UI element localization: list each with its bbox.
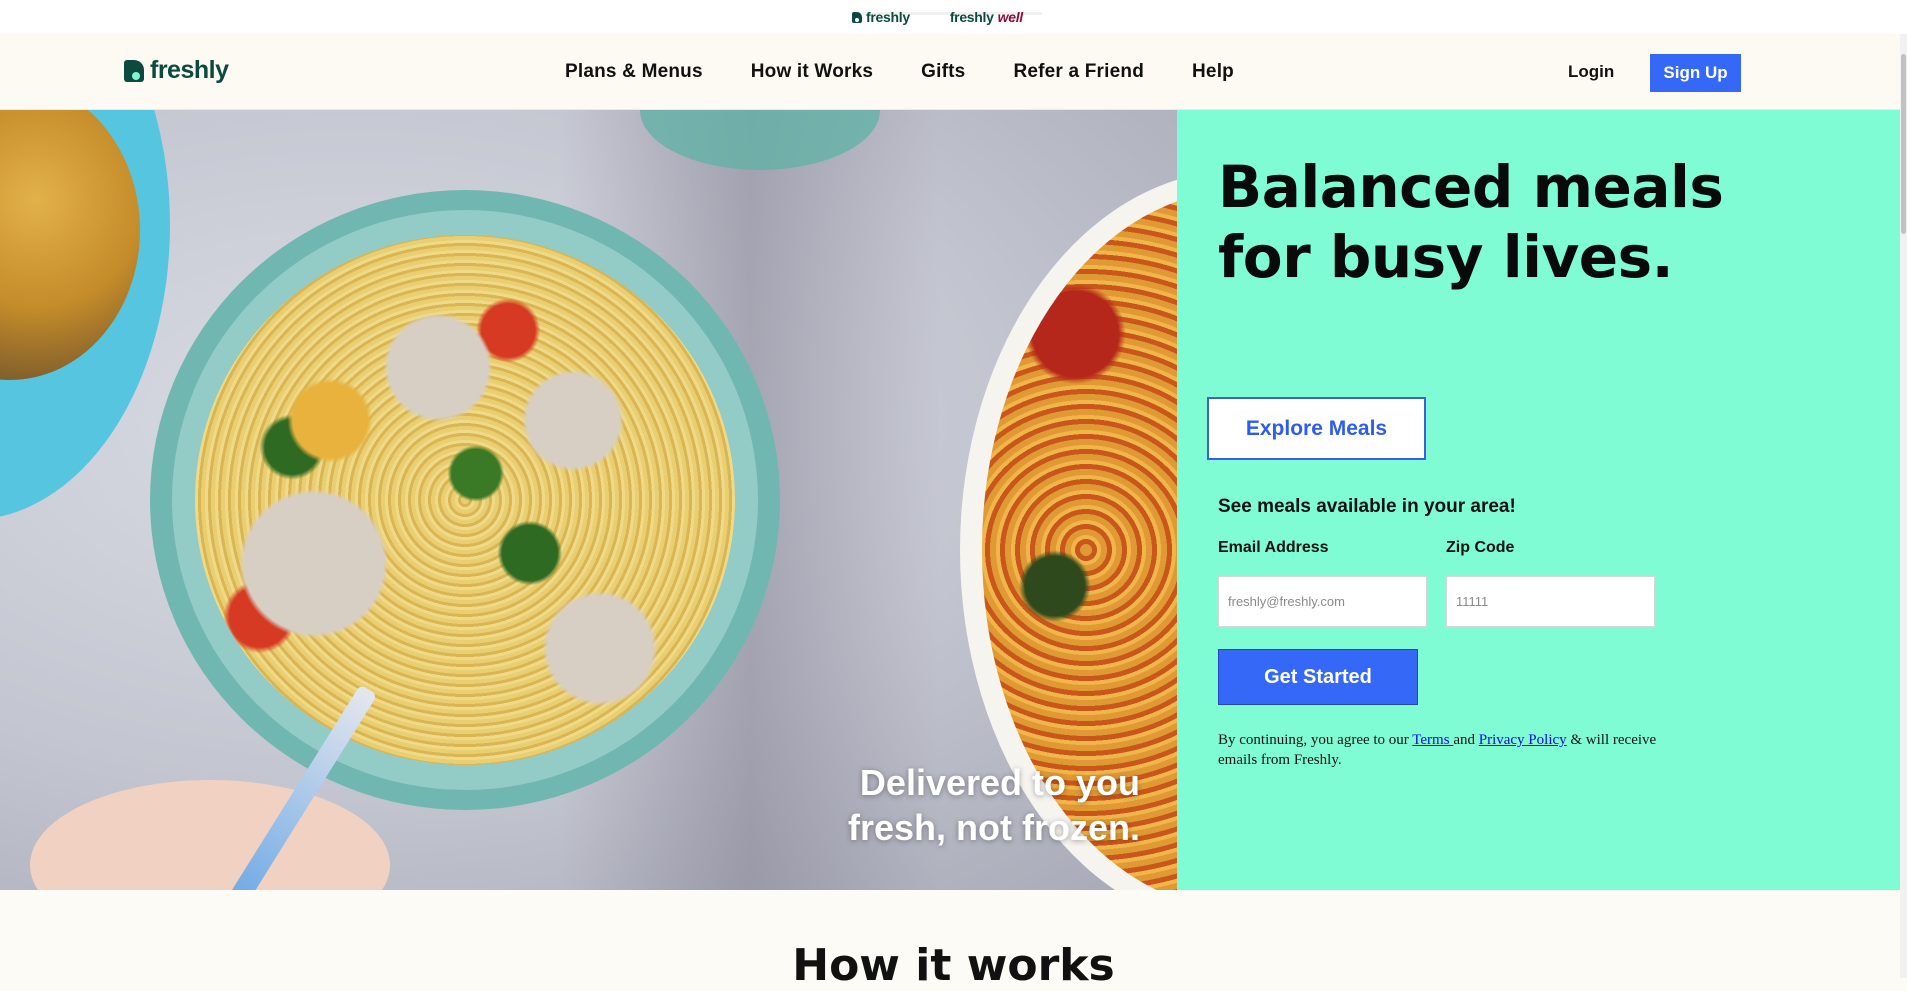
nav-link-help[interactable]: Help [1192, 61, 1234, 83]
page-scrollbar[interactable] [1900, 34, 1907, 978]
email-field[interactable] [1218, 576, 1427, 627]
nav-link-gifts[interactable]: Gifts [921, 61, 965, 83]
scrollbar-thumb[interactable] [1901, 54, 1906, 234]
get-started-button[interactable]: Get Started [1218, 649, 1418, 705]
hero-headline: Balanced meals for busy lives. [1218, 153, 1724, 291]
site-logo[interactable]: freshly [124, 56, 229, 85]
legal-notice: By continuing, you agree to our Terms an… [1218, 732, 1657, 768]
brand-tab-freshly[interactable]: freshly [852, 9, 910, 25]
hero-food-photo: Delivered to you fresh, not frozen. [0, 110, 1177, 890]
privacy-policy-link[interactable]: Privacy Policy [1479, 732, 1567, 748]
nav-link-how-it-works[interactable]: How it Works [751, 61, 873, 83]
brand-tab-label: freshly [949, 9, 994, 25]
email-label: Email Address [1218, 539, 1329, 556]
tagline-line-1: Delivered to you [859, 762, 1140, 803]
brand-switcher-bar: freshly freshly well [0, 0, 1907, 34]
freshly-logo-icon [124, 59, 144, 82]
terms-link[interactable]: Terms [1412, 732, 1453, 748]
logo-text: freshly [150, 56, 229, 84]
brand-tabs: freshly freshly well [852, 0, 1023, 34]
login-link[interactable]: Login [1568, 62, 1614, 82]
nav-link-plans-menus[interactable]: Plans & Menus [565, 61, 703, 83]
nav-menu: Plans & Menus How it Works Gifts Refer a… [565, 34, 1234, 110]
how-it-works-heading: How it works [792, 940, 1115, 991]
main-noodle-bowl [150, 190, 780, 810]
area-prompt: See meals available in your area! [1218, 496, 1516, 517]
tagline-line-2: fresh, not frozen. [847, 807, 1140, 848]
main-navigation: freshly Plans & Menus How it Works Gifts… [0, 34, 1907, 110]
noodle-dish [195, 235, 735, 765]
hero-tagline: Delivered to you fresh, not frozen. [790, 760, 1140, 850]
brand-tab-suffix: well [997, 9, 1024, 25]
zip-label: Zip Code [1446, 539, 1515, 556]
explore-meals-button[interactable]: Explore Meals [1207, 397, 1426, 460]
signup-panel: Balanced meals for busy lives. Explore M… [1177, 110, 1907, 890]
freshly-logo-icon [852, 11, 862, 23]
nav-link-refer-a-friend[interactable]: Refer a Friend [1013, 61, 1144, 83]
brand-tab-label: freshly [866, 9, 910, 25]
zip-code-field[interactable] [1446, 576, 1655, 627]
sign-up-button[interactable]: Sign Up [1650, 54, 1741, 92]
brand-tab-freshlywell[interactable]: freshly well [950, 9, 1023, 25]
